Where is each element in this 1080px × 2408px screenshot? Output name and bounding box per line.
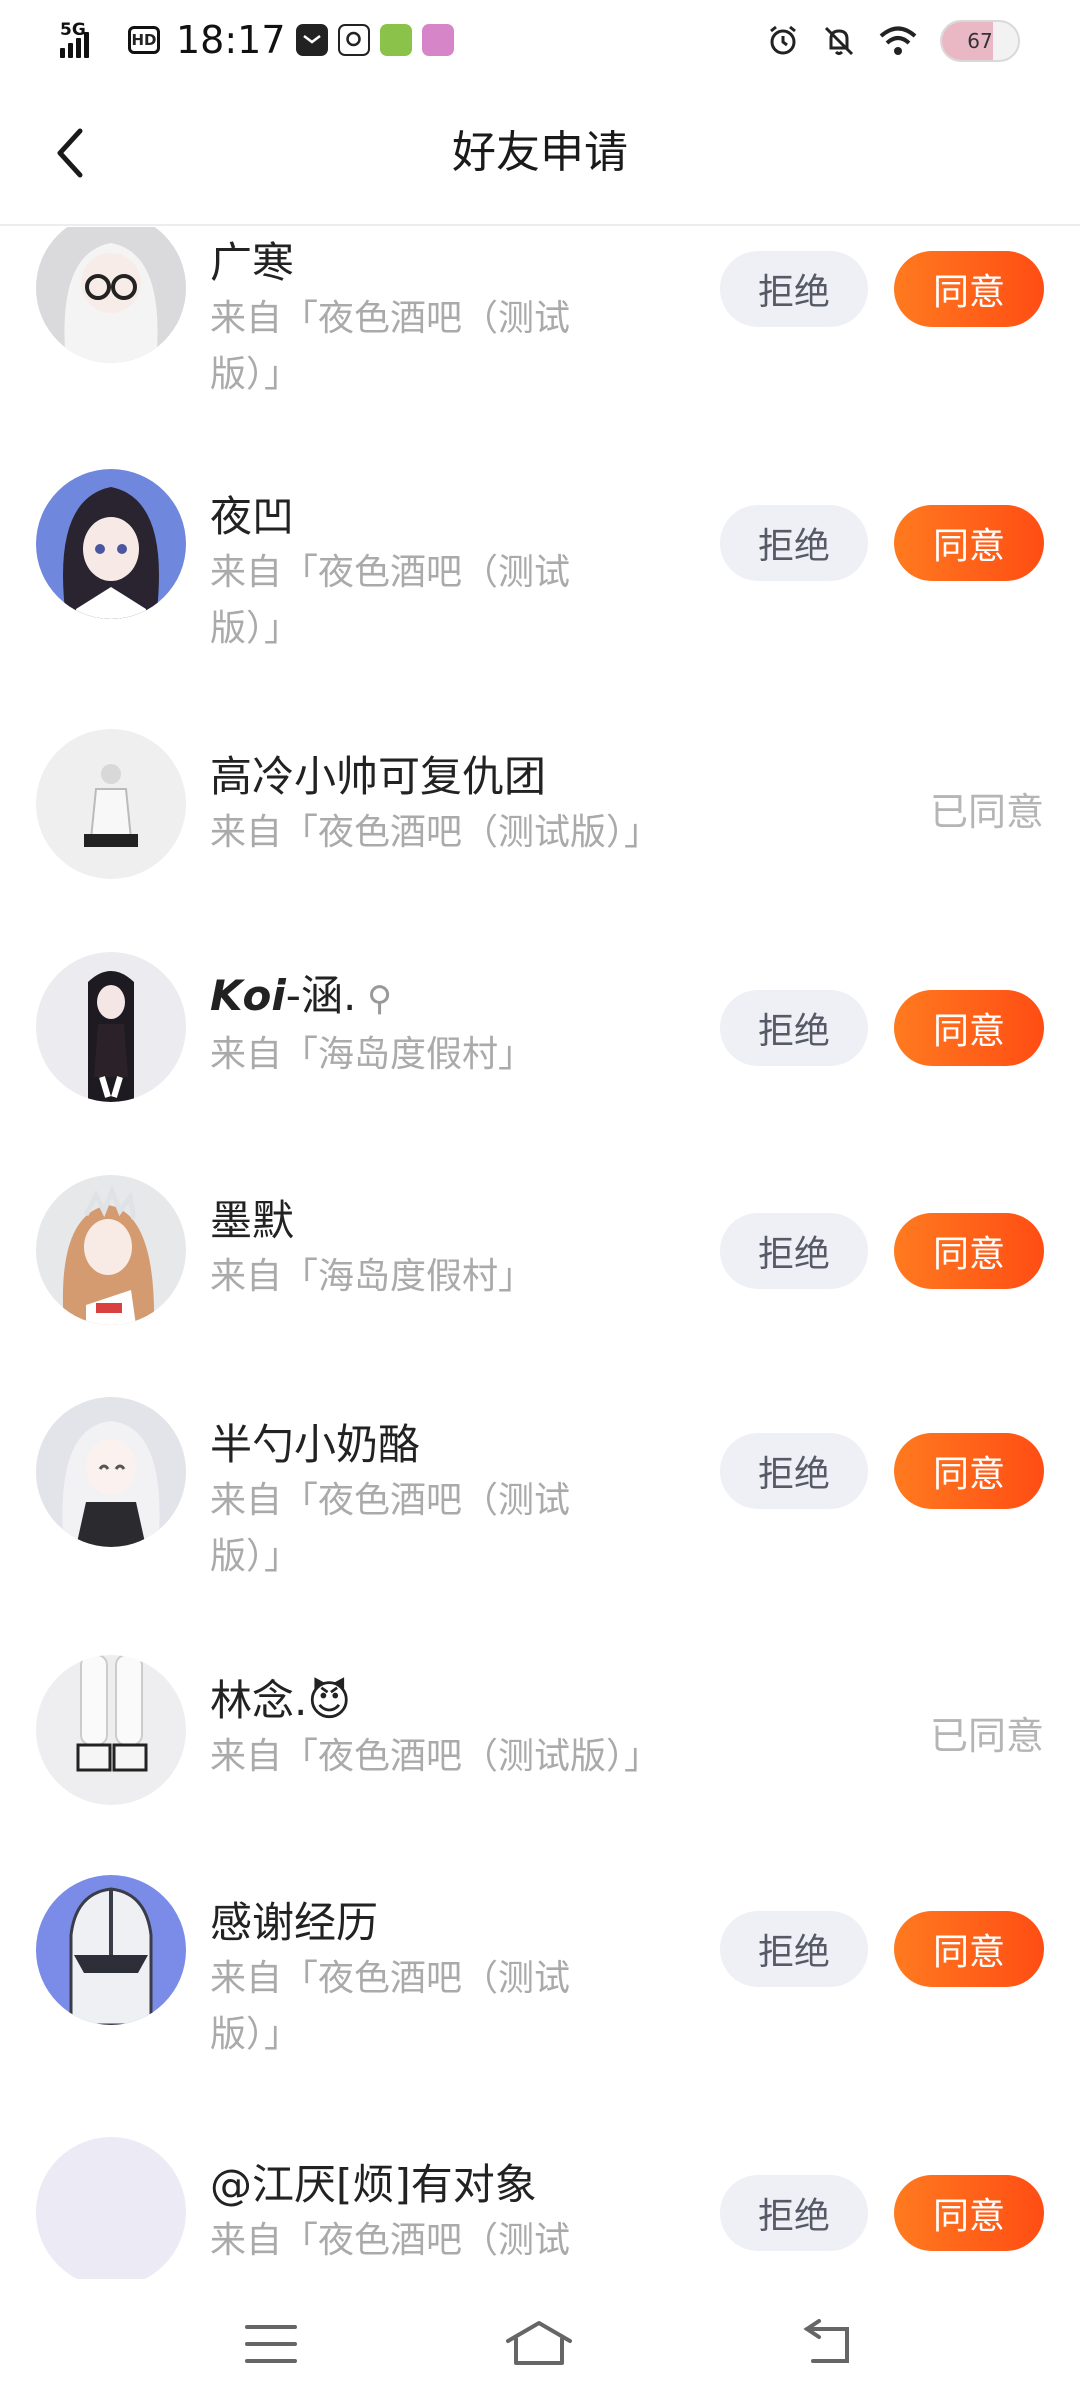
page-title: 好友申请 <box>452 127 628 178</box>
avatar <box>36 952 186 1102</box>
list-item: 高冷小帅可复仇团 来自「夜色酒吧（测试版）」 已同意 <box>0 729 1080 929</box>
agree-button[interactable]: 同意 <box>894 1911 1044 1987</box>
agree-button[interactable]: 同意 <box>894 1433 1044 1509</box>
request-source: 来自「夜色酒吧（测试 <box>210 1480 571 1521</box>
back-nav-button[interactable] <box>790 2314 860 2374</box>
signal-icon: 5G <box>60 20 118 58</box>
list-item: 感谢经历 来自「夜色酒吧（测试 版）」 拒绝 同意 <box>0 1875 1080 2115</box>
requester-name: 林念.😈 <box>210 1676 352 1725</box>
hd-icon: HD <box>128 26 160 54</box>
mute-icon <box>824 26 854 56</box>
avatar <box>36 227 186 363</box>
reject-button[interactable]: 拒绝 <box>720 990 868 1066</box>
list-item: 广寒 来自「夜色酒吧（测试 版）」 拒绝 同意 <box>0 227 1080 467</box>
battery-icon: 67 <box>940 20 1020 62</box>
agree-button[interactable]: 同意 <box>894 990 1044 1066</box>
mail-icon <box>295 24 328 56</box>
reject-button[interactable]: 拒绝 <box>720 2175 868 2251</box>
requester-name: 广寒 <box>210 238 295 287</box>
list-item: 半勺小奶酪 来自「夜色酒吧（测试 版）」 拒绝 同意 <box>0 1397 1080 1637</box>
avatar <box>36 729 186 879</box>
avatar <box>36 2137 186 2279</box>
agree-button[interactable]: 同意 <box>894 2175 1044 2251</box>
requester-name: 𝙆𝙤𝙞-涵. ⚲ <box>210 971 393 1020</box>
avatar <box>36 469 186 619</box>
reject-button[interactable]: 拒绝 <box>720 505 868 581</box>
qq-icon <box>337 24 370 56</box>
app-icon <box>421 24 454 56</box>
reject-button[interactable]: 拒绝 <box>720 251 868 327</box>
agree-button[interactable]: 同意 <box>894 505 1044 581</box>
ribbon-icon: ⚲ <box>356 979 393 1019</box>
requester-name: 夜凹 <box>210 492 295 541</box>
list-item: 林念.😈 来自「夜色酒吧（测试版）」 已同意 <box>0 1655 1080 1855</box>
header: 好友申请 <box>0 80 1080 226</box>
avatar <box>36 1175 186 1325</box>
menu-icon <box>245 2325 297 2363</box>
request-source: 来自「夜色酒吧（测试 <box>210 298 571 339</box>
request-source: 来自「夜色酒吧（测试版）」 <box>210 812 661 853</box>
requester-name: 墨默 <box>210 1196 295 1245</box>
reject-button[interactable]: 拒绝 <box>720 1213 868 1289</box>
request-source: 版）」 <box>210 608 301 649</box>
agree-button[interactable]: 同意 <box>894 1213 1044 1289</box>
list-item: 𝙆𝙤𝙞-涵. ⚲ 来自「海岛度假村」 拒绝 同意 <box>0 952 1080 1152</box>
app-icon <box>379 24 412 56</box>
friend-request-list[interactable]: 广寒 来自「夜色酒吧（测试 版）」 拒绝 同意 夜凹 来自「夜色酒吧（测试 版）… <box>0 227 1080 2279</box>
alarm-icon <box>770 25 796 55</box>
avatar <box>36 1655 186 1805</box>
list-item: 墨默 来自「海岛度假村」 拒绝 同意 <box>0 1175 1080 1375</box>
reject-button[interactable]: 拒绝 <box>720 1911 868 1987</box>
request-source: 来自「夜色酒吧（测试 <box>210 2220 571 2261</box>
requester-name: 高冷小帅可复仇团 <box>210 752 547 801</box>
back-icon <box>803 2319 849 2363</box>
system-nav-bar <box>0 2280 1080 2408</box>
avatar <box>36 1875 186 2025</box>
request-source: 来自「夜色酒吧（测试 <box>210 552 571 593</box>
request-source: 来自「海岛度假村」 <box>210 1034 535 1075</box>
list-item: @江厌[烦]有对象 来自「夜色酒吧（测试 拒绝 同意 <box>0 2137 1080 2279</box>
requester-name: 半勺小奶酪 <box>210 1420 421 1469</box>
request-source: 版）」 <box>210 2014 301 2055</box>
app-screen: 5G HD 18:17 67 好友申请 广寒 来自「夜色酒吧（测试 版）」 拒绝… <box>0 0 1080 2408</box>
reject-button[interactable]: 拒绝 <box>720 1433 868 1509</box>
requester-name: 感谢经历 <box>210 1898 379 1947</box>
requester-name: @江厌[烦]有对象 <box>210 2160 537 2209</box>
wifi-icon <box>879 26 917 55</box>
menu-button[interactable] <box>236 2314 306 2374</box>
home-icon <box>506 2321 572 2365</box>
home-button[interactable] <box>504 2314 574 2374</box>
request-source: 版）」 <box>210 1536 301 1577</box>
agreed-status: 已同意 <box>929 1714 1044 1758</box>
request-source: 来自「夜色酒吧（测试版）」 <box>210 1736 661 1777</box>
request-source: 版）」 <box>210 354 301 395</box>
agreed-status: 已同意 <box>929 790 1044 834</box>
back-button[interactable] <box>40 118 100 188</box>
status-bar: 5G HD 18:17 67 <box>0 0 1080 80</box>
agree-button[interactable]: 同意 <box>894 251 1044 327</box>
chevron-left-icon <box>57 128 83 178</box>
avatar <box>36 1397 186 1547</box>
request-source: 来自「海岛度假村」 <box>210 1256 535 1297</box>
clock: 18:17 <box>176 18 286 62</box>
request-source: 来自「夜色酒吧（测试 <box>210 1958 571 1999</box>
list-item: 夜凹 来自「夜色酒吧（测试 版）」 拒绝 同意 <box>0 469 1080 709</box>
